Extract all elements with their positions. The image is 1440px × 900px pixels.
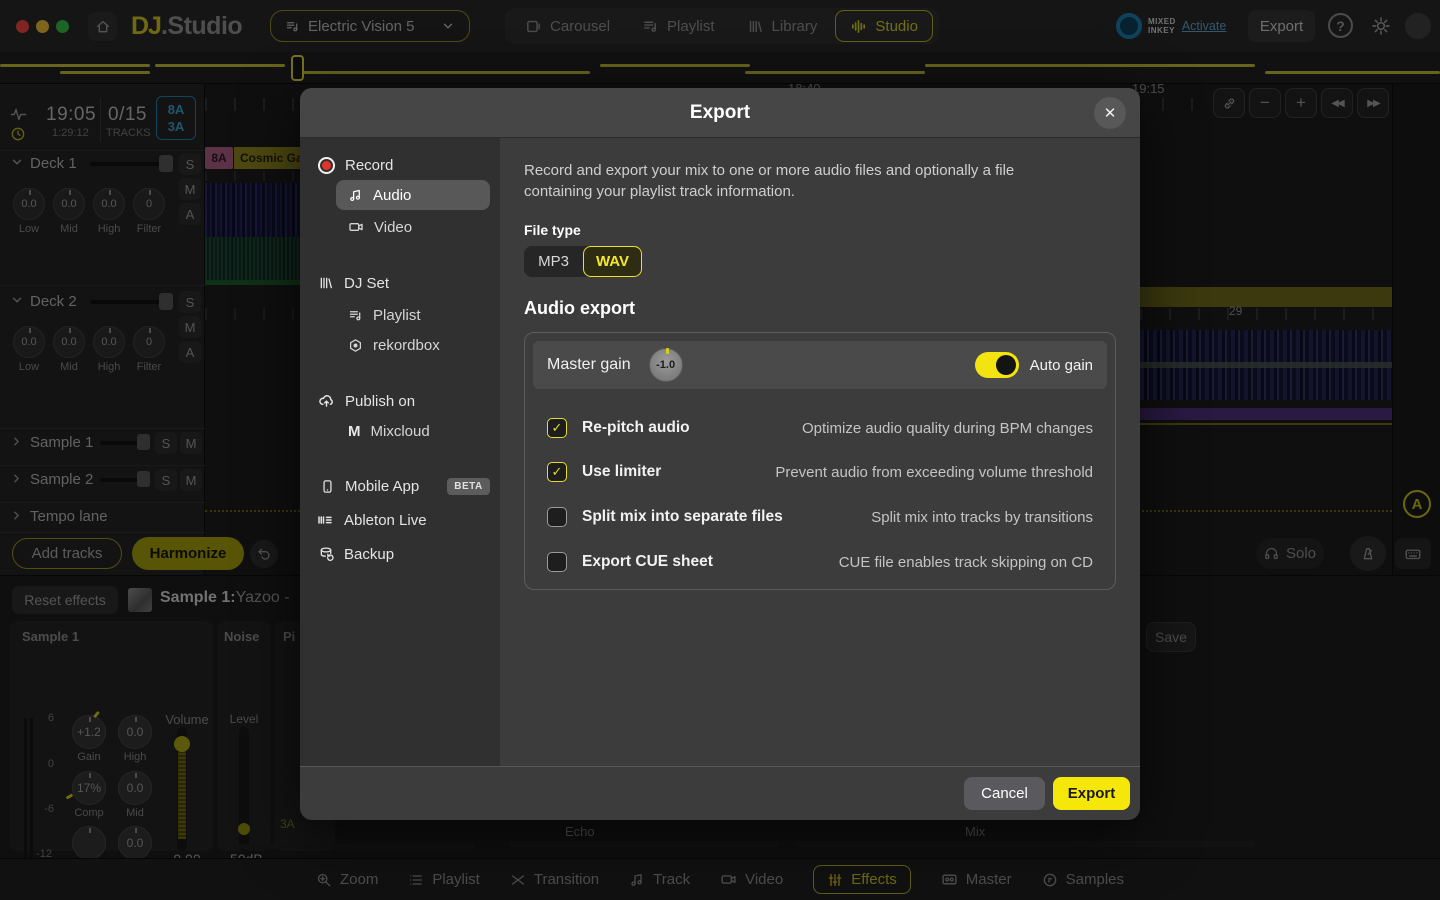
modal-header: Export ✕ — [300, 88, 1140, 138]
option-row-limiter: ✓ Use limiter Prevent audio from exceedi… — [525, 450, 1115, 494]
audio-export-options-box: Master gain -1.0 Auto gain ✓ Re-pitch au… — [524, 332, 1116, 590]
modal-title: Export — [690, 102, 750, 124]
backup-database-icon — [318, 546, 334, 562]
file-type-label: File type — [524, 222, 581, 238]
cancel-button[interactable]: Cancel — [964, 777, 1045, 810]
export-modal: Export ✕ Record Audio Video — [300, 88, 1140, 820]
option-row-split: ✓ Split mix into separate files Split mi… — [525, 495, 1115, 539]
phone-icon — [320, 479, 335, 494]
cue-checkbox[interactable]: ✓ — [547, 552, 567, 572]
beta-badge: BETA — [447, 478, 489, 495]
sidebar-item-backup[interactable]: Backup — [318, 539, 394, 569]
audio-note-icon — [348, 188, 363, 203]
limiter-checkbox[interactable]: ✓ — [547, 462, 567, 482]
sidebar-item-djset[interactable]: DJ Set — [318, 268, 389, 298]
file-type-mp3[interactable]: MP3 — [524, 246, 583, 277]
cloud-upload-icon — [318, 393, 335, 410]
video-icon — [348, 219, 364, 235]
repitch-checkbox[interactable]: ✓ — [547, 418, 567, 438]
sidebar-item-rekordbox[interactable]: rekordbox — [348, 330, 440, 360]
export-description: Record and export your mix to one or mor… — [524, 160, 1084, 203]
master-gain-row: Master gain -1.0 Auto gain — [533, 341, 1107, 389]
modal-content: Record and export your mix to one or mor… — [500, 138, 1140, 766]
modal-sidebar: Record Audio Video DJ Set Playlist — [300, 138, 500, 766]
file-type-wav[interactable]: WAV — [583, 246, 642, 277]
sidebar-item-mixcloud[interactable]: M Mixcloud — [348, 416, 430, 446]
auto-gain-label: Auto gain — [1030, 357, 1093, 374]
ableton-icon — [316, 511, 334, 529]
sidebar-item-record[interactable]: Record — [318, 150, 393, 180]
sidebar-item-playlist[interactable]: Playlist — [348, 300, 421, 330]
auto-gain-toggle[interactable] — [975, 352, 1019, 378]
modal-close-button[interactable]: ✕ — [1094, 97, 1126, 129]
audio-export-heading: Audio export — [524, 298, 635, 319]
sidebar-item-ableton[interactable]: Ableton Live — [316, 505, 427, 535]
split-checkbox[interactable]: ✓ — [547, 507, 567, 527]
playlist-icon — [348, 308, 363, 323]
master-gain-knob[interactable]: -1.0 — [649, 348, 683, 382]
app-root: DJ.Studio Electric Vision 5 Carousel Pla… — [0, 0, 1440, 900]
master-gain-label: Master gain — [547, 356, 631, 374]
rekordbox-icon — [348, 338, 363, 353]
record-icon — [318, 157, 335, 174]
export-button[interactable]: Export — [1053, 777, 1130, 810]
sidebar-item-video[interactable]: Video — [348, 212, 412, 242]
file-type-segmented: MP3 WAV — [524, 246, 642, 277]
modal-footer: Cancel Export — [300, 766, 1140, 820]
sidebar-item-audio[interactable]: Audio — [348, 180, 411, 210]
option-row-cue: ✓ Export CUE sheet CUE file enables trac… — [525, 540, 1115, 584]
option-row-repitch: ✓ Re-pitch audio Optimize audio quality … — [525, 406, 1115, 450]
sidebar-item-publish[interactable]: Publish on — [318, 386, 415, 416]
djset-bars-icon — [318, 275, 334, 291]
sidebar-item-mobile-app[interactable]: Mobile App BETA — [320, 471, 490, 501]
mixcloud-m-icon: M — [348, 423, 361, 440]
